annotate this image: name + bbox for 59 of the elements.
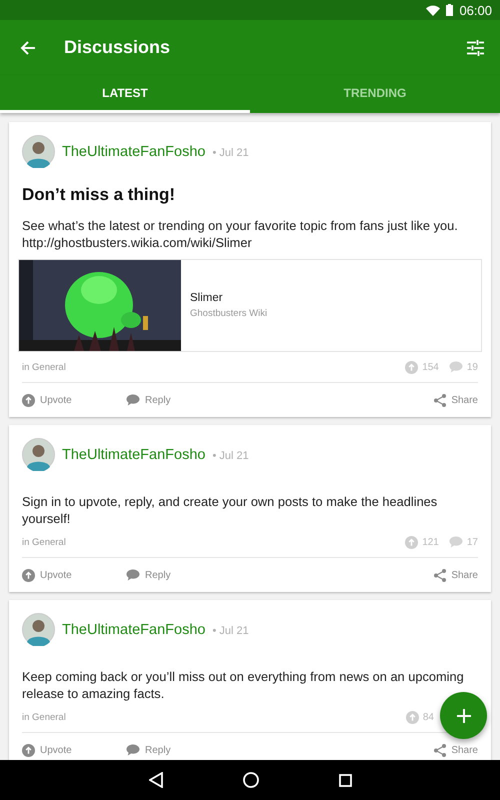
share-button[interactable]: Share — [434, 568, 478, 582]
post-body: Sign in to upvote, reply, and create your own posts to make the headlines yourself! — [22, 494, 438, 526]
share-button[interactable]: Share — [434, 744, 478, 756]
share-button[interactable]: Share — [434, 394, 478, 406]
avatar-icon — [22, 438, 55, 471]
status-time: 06:00 — [459, 2, 492, 18]
share-icon — [434, 744, 446, 756]
reply-count: 19 — [466, 362, 478, 372]
post-body: See what’s the latest or trending on your favorite topic from fans just like you. — [22, 218, 458, 233]
upvote-button[interactable]: Upvote — [22, 568, 126, 582]
post-link[interactable]: http://ghostbusters.wikia.com/wiki/Slimer — [22, 235, 252, 250]
reply-count: 17 — [466, 536, 478, 548]
share-icon — [434, 394, 446, 406]
comment-icon — [126, 394, 140, 406]
upvote-icon — [22, 568, 35, 582]
home-icon[interactable] — [242, 772, 258, 788]
comment-icon — [126, 569, 140, 581]
upvote-button[interactable]: Upvote — [22, 744, 126, 756]
comment-icon — [126, 744, 140, 756]
post-body: Keep coming back or you’ll miss out on everything from news on an upcoming release to amazing facts. — [22, 669, 464, 701]
wifi-icon — [426, 4, 440, 16]
comment-icon — [448, 536, 463, 548]
reply-button[interactable]: Reply — [126, 394, 171, 406]
upvote-count: 154 — [422, 362, 439, 372]
battery-icon — [446, 4, 454, 16]
share-icon — [434, 568, 446, 582]
upvote-icon — [22, 744, 35, 756]
author-name[interactable]: TheUltimateFanFosho — [62, 622, 206, 638]
post-date: • Jul 21 — [212, 625, 249, 637]
link-preview[interactable]: Slimer Ghostbusters Wiki — [18, 259, 482, 352]
toolbar-title: Discussions — [64, 37, 172, 58]
filter-icon[interactable] — [467, 40, 484, 56]
upvote-icon — [405, 536, 418, 548]
reply-button[interactable]: Reply — [126, 569, 171, 581]
upvote-icon — [405, 360, 418, 374]
plus-icon — [456, 708, 470, 722]
upvote-button[interactable]: Upvote — [22, 394, 126, 406]
upvote-icon — [406, 710, 419, 724]
post-category: in General — [22, 536, 67, 548]
back-icon[interactable] — [148, 772, 162, 788]
recents-icon[interactable] — [338, 774, 352, 786]
preview-title: Slimer — [190, 292, 224, 304]
post-date: • Jul 21 — [212, 450, 249, 462]
avatar-icon — [22, 135, 55, 168]
comment-icon — [448, 361, 463, 373]
upvote-icon — [22, 394, 35, 406]
avatar-icon — [22, 613, 55, 646]
post-title: Don’t miss a thing! — [22, 185, 176, 205]
post-category: in General — [22, 362, 67, 372]
author-name[interactable]: TheUltimateFanFosho — [62, 144, 206, 160]
upvote-count: 121 — [422, 536, 439, 548]
post-date: • Jul 21 — [212, 147, 249, 159]
preview-source: Ghostbusters Wiki — [190, 308, 268, 319]
upvote-count: 84 — [422, 712, 434, 722]
post-category: in General — [22, 712, 67, 722]
tab[interactable]: TRENDING — [250, 75, 500, 113]
tab[interactable]: LATEST — [0, 75, 250, 113]
reply-button[interactable]: Reply — [126, 744, 171, 756]
author-name[interactable]: TheUltimateFanFosho — [62, 446, 206, 462]
